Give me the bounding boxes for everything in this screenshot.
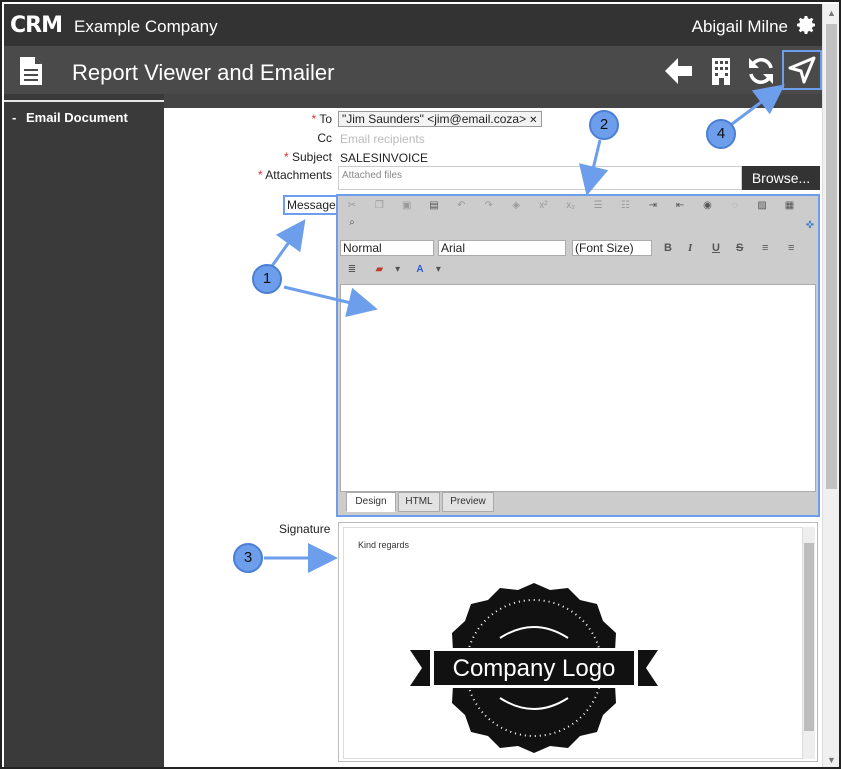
copy-icon[interactable]: ❐	[371, 199, 387, 213]
sidebar: - Email Document	[4, 94, 164, 767]
editor-mode-tabs: Design HTML Preview	[340, 492, 816, 514]
signature-scrollbar[interactable]	[803, 527, 815, 759]
content-header-strip	[164, 94, 822, 108]
superscript-icon[interactable]: x²	[535, 199, 551, 213]
page-scrollbar[interactable]: ▲ ▼	[822, 4, 839, 767]
top-bar: CRM Example Company Abigail Milne	[4, 4, 822, 46]
building-icon[interactable]	[704, 54, 738, 88]
bullet-list-icon[interactable]: ☷	[617, 199, 633, 213]
attachments-label: * Attachments	[258, 168, 332, 182]
undo-icon[interactable]: ↶	[453, 199, 469, 213]
subscript-icon[interactable]: x₂	[563, 199, 579, 213]
scroll-up-icon[interactable]: ▲	[827, 8, 836, 18]
page-scroll-thumb[interactable]	[826, 24, 837, 489]
outdent-icon[interactable]: ⇤	[672, 199, 688, 213]
tab-preview[interactable]: Preview	[442, 492, 494, 512]
font-color-icon[interactable]: A	[412, 263, 428, 277]
align-center-icon[interactable]: ≡	[788, 242, 794, 254]
table-icon[interactable]: ▦	[782, 199, 798, 213]
browse-button[interactable]: Browse...	[742, 166, 820, 190]
signature-scroll-thumb[interactable]	[804, 543, 814, 731]
chevron-down-icon[interactable]: ▾	[435, 263, 441, 277]
editor-toolbar-row-1: ✂ ❐ ▣ ▤ ↶ ↷ ◈ x² x₂ ☰ ☷ ⇥ ⇤ ◉ ◌ ▨ ▦ ⌕	[340, 196, 818, 228]
main-content: * To "Jim Saunders" <jim@email.coza> ✕ Cc…	[164, 94, 822, 767]
sidebar-item-email-document[interactable]: - Email Document	[12, 110, 128, 125]
align-left-icon[interactable]: ≡	[762, 242, 768, 254]
company-logo-text: Company Logo	[453, 655, 616, 682]
underline-icon[interactable]: U	[712, 242, 720, 254]
message-editor: ✂ ❐ ▣ ▤ ↶ ↷ ◈ x² x₂ ☰ ☷ ⇥ ⇤ ◉ ◌ ▨ ▦ ⌕ ✜	[336, 194, 820, 517]
image-icon[interactable]: ▨	[754, 199, 770, 213]
redo-icon[interactable]: ↷	[481, 199, 497, 213]
unlink-icon[interactable]: ◌	[727, 199, 743, 213]
required-mark: *	[257, 168, 263, 182]
tab-design[interactable]: Design	[346, 492, 396, 512]
cc-input[interactable]: Email recipients	[340, 132, 425, 146]
message-body-input[interactable]	[340, 284, 816, 492]
ordered-list-icon[interactable]: ☰	[590, 199, 606, 213]
italic-icon[interactable]: I	[688, 242, 692, 254]
sidebar-item-label: Email Document	[25, 110, 128, 125]
callout-2: 2	[589, 110, 619, 140]
refresh-icon[interactable]	[744, 54, 778, 88]
expand-icon[interactable]: ✜	[802, 219, 818, 233]
bold-icon[interactable]: B	[664, 242, 672, 254]
document-icon	[20, 57, 42, 85]
editor-toolbar-row-3: ≣ ▰ ▾ A ▾	[340, 260, 445, 280]
back-arrow-icon[interactable]	[662, 54, 696, 88]
editor-toolbar-row-expand: ✜	[798, 216, 822, 236]
subject-label: * Subject	[284, 150, 332, 164]
required-mark: *	[283, 150, 289, 164]
send-button[interactable]	[782, 50, 822, 90]
company-logo-image: Company Logo	[410, 583, 658, 753]
callout-4: 4	[706, 119, 736, 149]
cut-icon[interactable]: ✂	[344, 199, 360, 213]
to-recipient-text: "Jim Saunders" <jim@email.coza>	[342, 112, 527, 126]
to-label-text: To	[319, 112, 332, 126]
indent-icon[interactable]: ⇥	[645, 199, 661, 213]
crm-logo: CRM	[10, 13, 63, 38]
user-name[interactable]: Abigail Milne	[692, 17, 788, 37]
attachments-label-text: Attachments	[265, 168, 332, 182]
company-name: Example Company	[74, 17, 218, 36]
highlight-color-icon[interactable]: ▰	[371, 263, 387, 277]
scroll-down-icon[interactable]: ▼	[827, 755, 836, 765]
subject-label-text: Subject	[291, 150, 332, 164]
eraser-icon[interactable]: ◈	[508, 199, 524, 213]
find-icon[interactable]: ⌕	[344, 216, 360, 230]
strikethrough-icon[interactable]: S	[736, 242, 743, 254]
tab-html[interactable]: HTML	[398, 492, 440, 512]
gear-icon[interactable]	[794, 13, 818, 37]
link-icon[interactable]: ◉	[699, 199, 715, 213]
sidebar-divider	[4, 100, 164, 102]
cc-label: Cc	[317, 131, 332, 145]
signature-box: Kind regards Company Logo	[338, 522, 818, 762]
send-navigation-icon	[788, 56, 816, 84]
format-select[interactable]: Normal	[340, 240, 434, 256]
paste-word-icon[interactable]: ▤	[426, 199, 442, 213]
message-label: Message	[283, 195, 340, 215]
font-select[interactable]: Arial	[438, 240, 566, 256]
subject-input[interactable]: SALESINVOICE	[340, 151, 428, 165]
signature-label: Signature	[279, 522, 331, 536]
font-size-select[interactable]: (Font Size)	[572, 240, 652, 256]
required-mark: *	[311, 112, 317, 126]
attachments-field[interactable]: Attached files	[338, 166, 742, 190]
chevron-down-icon[interactable]: ▾	[395, 263, 401, 277]
callout-3: 3	[233, 543, 263, 573]
remove-recipient-icon[interactable]: ✕	[529, 115, 537, 126]
app-window: CRM Example Company Abigail Milne Report…	[0, 0, 841, 769]
sidebar-item-prefix: -	[12, 110, 17, 125]
align-justify-icon[interactable]: ≣	[344, 263, 360, 277]
callout-1: 1	[252, 264, 282, 294]
to-recipient-chip[interactable]: "Jim Saunders" <jim@email.coza> ✕	[338, 111, 542, 127]
signature-greeting: Kind regards	[358, 540, 410, 550]
signature-content[interactable]: Kind regards Company Logo	[343, 527, 803, 759]
page-title: Report Viewer and Emailer	[72, 60, 335, 85]
paste-icon[interactable]: ▣	[399, 199, 415, 213]
to-label: * To	[312, 112, 332, 126]
title-bar: Report Viewer and Emailer	[4, 46, 822, 94]
